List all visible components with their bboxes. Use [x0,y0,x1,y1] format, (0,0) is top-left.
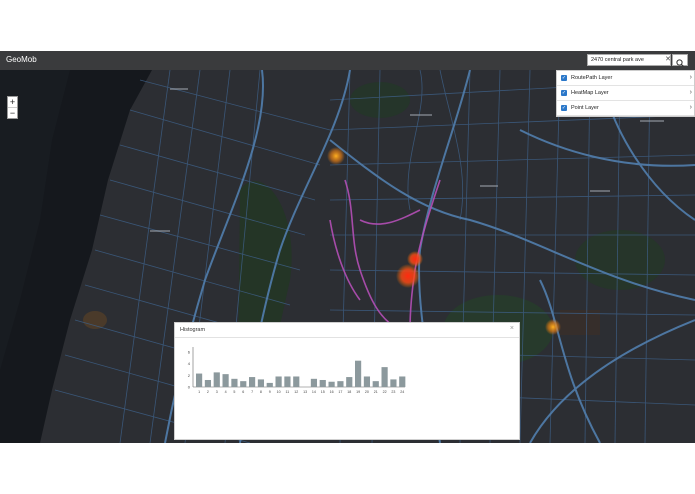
layer-item-heatmap[interactable]: ✓ HeatMap Layer › [557,86,694,101]
y-tick-label: 4 [188,361,191,366]
x-tick-label: 4 [225,390,227,394]
x-tick-label: 7 [251,390,253,394]
x-tick-label: 3 [216,390,218,394]
histogram-bar [363,376,371,387]
histogram-bar [390,379,397,387]
layer-label: Point Layer [571,105,599,111]
close-icon[interactable]: × [510,325,514,332]
histogram-title: Histogram [180,327,206,333]
histogram-bar [204,379,212,387]
y-tick-label: 6 [188,349,191,354]
x-tick-label: 19 [356,390,360,394]
histogram-bar [372,381,379,387]
histogram-bar [310,378,318,387]
histogram-bar [275,376,282,387]
zoom-out-button[interactable]: − [8,107,17,118]
x-tick-label: 13 [303,390,307,394]
layer-checkbox[interactable]: ✓ [561,75,567,81]
layer-item-routepath[interactable]: ✓ RoutePath Layer › [557,71,694,86]
x-tick-label: 12 [294,390,298,394]
x-tick-label: 6 [242,390,244,394]
layer-label: HeatMap Layer [571,90,609,96]
geomob-app: GeoMob ✕ [0,51,695,443]
x-tick-label: 8 [260,390,262,394]
layer-checkbox[interactable]: ✓ [561,105,567,111]
histogram-bar [381,367,388,387]
y-tick-label: 0 [188,385,191,390]
app-title: GeoMob [6,55,37,64]
histogram-bar [196,373,203,387]
x-tick-label: 17 [338,390,342,394]
chevron-right-icon[interactable]: › [690,104,692,111]
histogram-bar [328,381,335,387]
x-tick-label: 10 [277,390,281,394]
x-tick-label: 18 [347,390,351,394]
histogram-bar [266,382,273,387]
search-icon [676,59,684,67]
chevron-right-icon[interactable]: › [690,89,692,96]
x-tick-label: 14 [312,390,316,394]
histogram-bar [213,372,220,387]
x-tick-label: 22 [383,390,387,394]
y-tick-label: 2 [188,373,191,378]
clear-search-icon[interactable]: ✕ [664,54,672,66]
zoom-control: + − [7,96,18,119]
search-button[interactable] [672,54,688,67]
layer-panel: ✓ RoutePath Layer › ✓ HeatMap Layer › ✓ … [556,70,695,117]
search-input[interactable] [587,54,671,66]
x-tick-label: 9 [269,390,271,394]
histogram-bar [249,377,256,387]
zoom-in-button[interactable]: + [8,97,17,107]
x-tick-label: 2 [207,390,209,394]
layer-checkbox[interactable]: ✓ [561,90,567,96]
histogram-bar [399,376,406,387]
histogram-bar [319,379,326,387]
top-bar: GeoMob ✕ [0,51,695,70]
histogram-bar [231,378,238,387]
x-tick-label: 15 [321,390,325,394]
x-tick-label: 21 [374,390,378,394]
x-tick-label: 11 [286,390,290,394]
x-tick-label: 1 [198,390,200,394]
histogram-bar [240,381,247,387]
histogram-chart: 02461 2 3 4 5 6 7 8 9 10 11 12 13 14 15 16 17 18 19 20 21 22 2… [188,347,406,394]
histogram-bar [284,376,291,387]
histogram-bar [293,376,300,387]
x-tick-label: 20 [365,390,369,394]
histogram-bar [222,374,229,387]
histogram-header: Histogram × [175,323,519,338]
histogram-bar [257,379,265,387]
x-tick-label: 23 [391,390,395,394]
histogram-bar [355,360,362,387]
chevron-right-icon[interactable]: › [690,74,692,81]
x-tick-label: 5 [233,390,235,394]
layer-item-point[interactable]: ✓ Point Layer › [557,101,694,116]
histogram-panel: Histogram × 0 2 4 6 1 2 3 4 5 6 7 8 9 10 11 12 13 14 15 16 1… [174,322,520,440]
x-tick-label: 16 [330,390,334,394]
x-tick-label: 24 [400,390,404,394]
histogram-bar [346,377,353,387]
layer-label: RoutePath Layer [571,75,613,81]
histogram-bar [337,381,344,387]
